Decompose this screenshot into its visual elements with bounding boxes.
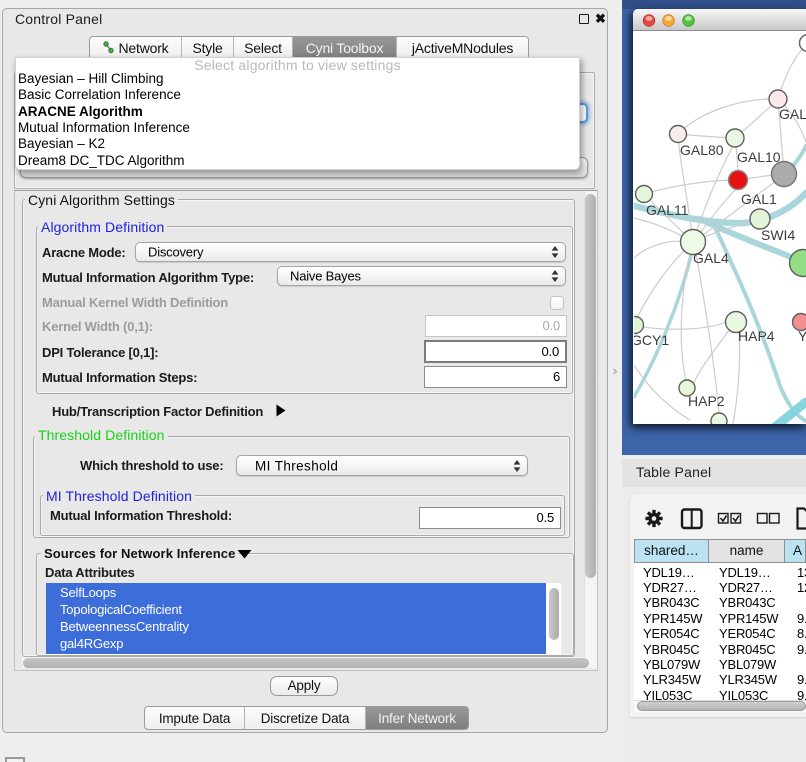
svg-text:GCY1: GCY1 <box>634 332 669 348</box>
svg-text:Y: Y <box>798 328 806 344</box>
svg-text:GAL2: GAL2 <box>779 106 806 122</box>
svg-text:GAL1: GAL1 <box>741 191 777 207</box>
svg-text:HAP2: HAP2 <box>688 393 725 409</box>
svg-text:SWI4: SWI4 <box>761 227 795 243</box>
svg-text:GAL10: GAL10 <box>737 149 781 165</box>
svg-text:GAL11: GAL11 <box>646 202 689 218</box>
svg-text:GAL4: GAL4 <box>693 250 729 266</box>
svg-text:GAL80: GAL80 <box>680 142 724 158</box>
svg-text:HAP4: HAP4 <box>738 328 775 344</box>
